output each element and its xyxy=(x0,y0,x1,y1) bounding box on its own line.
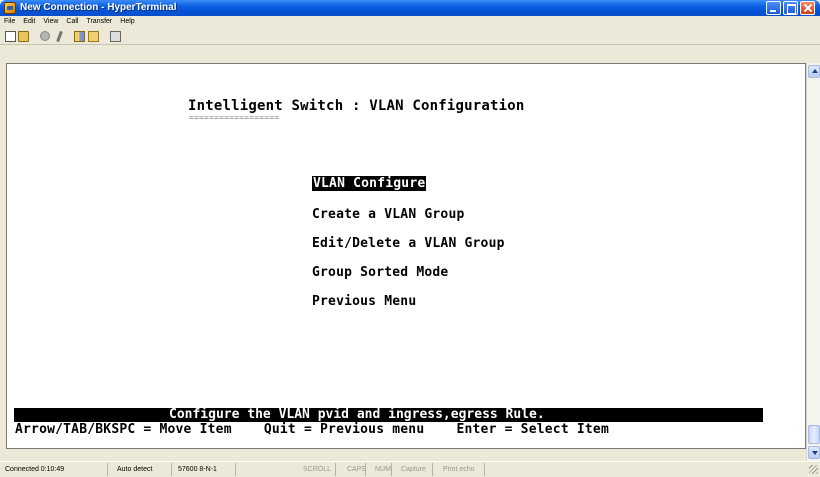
menu-view[interactable]: View xyxy=(43,16,58,28)
screen-title: Intelligent Switch : VLAN Configuration xyxy=(188,98,525,114)
status-caps: CAPS xyxy=(344,463,366,476)
status-num: NUM xyxy=(372,463,392,476)
scroll-up-button[interactable] xyxy=(808,65,820,78)
menu-transfer[interactable]: Transfer xyxy=(86,16,112,28)
menu-bar: File Edit View Call Transfer Help xyxy=(0,16,820,28)
terminal-help-line: Arrow/TAB/BKSPC = Move Item Quit = Previ… xyxy=(15,422,609,437)
status-scroll: SCROLL xyxy=(300,463,336,476)
open-icon[interactable] xyxy=(18,31,29,42)
call-icon[interactable] xyxy=(40,31,50,41)
resize-grip-icon[interactable] xyxy=(809,465,818,474)
send-icon[interactable] xyxy=(74,31,85,42)
status-line-text: Configure the VLAN pvid and ingress,egre… xyxy=(169,408,545,422)
menu-help[interactable]: Help xyxy=(120,16,134,28)
status-bar: Connected 0:10:49 Auto detect 57600 8-N-… xyxy=(0,461,820,477)
status-auto-detect: Auto detect xyxy=(114,463,172,476)
screen-title-underline: ================== xyxy=(189,113,280,122)
receive-icon[interactable] xyxy=(88,31,99,42)
title-bar[interactable]: New Connection - HyperTerminal xyxy=(0,0,820,16)
status-port-settings: 57600 8-N-1 xyxy=(175,463,236,476)
close-button[interactable] xyxy=(800,1,815,15)
menu-option-vlan-configure[interactable]: VLAN Configure xyxy=(312,176,427,191)
menu-call[interactable]: Call xyxy=(66,16,78,28)
minimize-button[interactable] xyxy=(766,1,781,15)
menu-file[interactable]: File xyxy=(4,16,15,28)
scroll-thumb[interactable] xyxy=(808,425,820,444)
maximize-button[interactable] xyxy=(783,1,798,15)
menu-option-edit-delete-vlan-group[interactable]: Edit/Delete a VLAN Group xyxy=(312,236,505,251)
window-title: New Connection - HyperTerminal xyxy=(20,2,177,13)
disconnect-icon[interactable] xyxy=(55,31,66,42)
menu-option-previous-menu[interactable]: Previous Menu xyxy=(312,294,416,309)
terminal-window[interactable]: Intelligent Switch : VLAN Configuration … xyxy=(6,63,806,449)
menu-option-create-vlan-group[interactable]: Create a VLAN Group xyxy=(312,207,465,222)
status-capture: Capture xyxy=(398,463,433,476)
new-icon[interactable] xyxy=(5,31,16,42)
status-connected: Connected 0:10:49 xyxy=(2,463,108,476)
hyperterminal-app-icon[interactable] xyxy=(4,2,16,14)
terminal-screen[interactable]: Intelligent Switch : VLAN Configuration … xyxy=(7,64,805,448)
scroll-down-button[interactable] xyxy=(808,446,820,459)
toolbar xyxy=(0,28,820,45)
terminal-status-line: Configure the VLAN pvid and ingress,egre… xyxy=(14,408,763,422)
menu-edit[interactable]: Edit xyxy=(23,16,35,28)
status-print-echo: Print echo xyxy=(440,463,485,476)
vertical-scrollbar[interactable] xyxy=(806,63,820,461)
menu-option-group-sorted-mode[interactable]: Group Sorted Mode xyxy=(312,265,448,280)
properties-icon[interactable] xyxy=(110,31,121,42)
